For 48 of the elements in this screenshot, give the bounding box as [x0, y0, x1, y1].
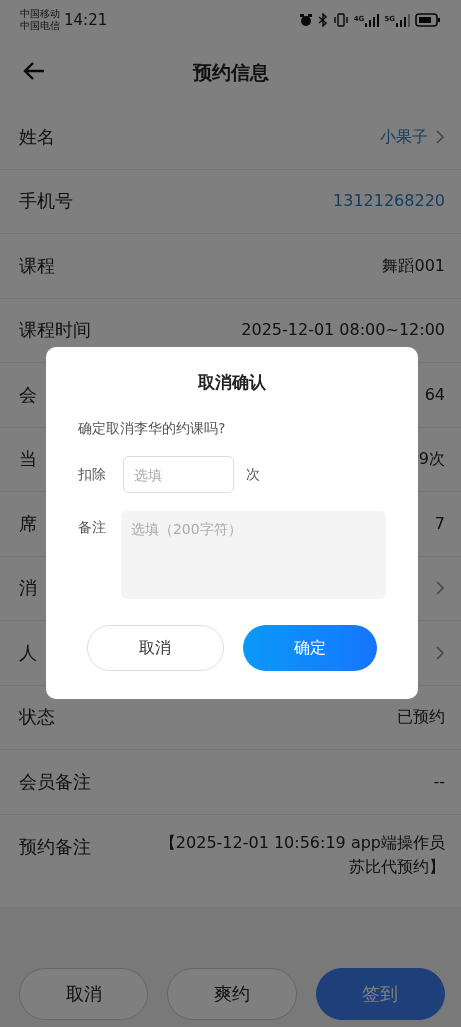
field-value: 2025-12-01 08:00~12:00 [241, 319, 445, 342]
field-label: 状态 [19, 705, 55, 730]
field-value: 7 [434, 512, 445, 535]
field-value: 【2025-12-01 10:56:19 app端操作员苏比代预约】 [158, 831, 445, 878]
carrier-name: 中国电信 [20, 20, 60, 32]
vibrate-icon [332, 13, 349, 27]
chevron-icon [436, 645, 445, 660]
field-label: 会 [19, 382, 37, 407]
dialog-message: 确定取消李华的约课吗? [78, 420, 227, 438]
field-label: 当 [19, 447, 37, 472]
dialog-button[interactable]: 确定 [242, 625, 377, 671]
page-title: 预约信息 [192, 59, 269, 85]
battery-icon [415, 13, 441, 27]
field-label: 预约备注 [19, 834, 91, 859]
field-label: 人 [19, 640, 37, 665]
chevron-icon [436, 581, 445, 596]
unit-label: 次 [246, 465, 260, 484]
field-value: -- [433, 770, 445, 793]
field-value: 已预约 [397, 706, 445, 729]
field-label: 手机号 [19, 189, 73, 214]
alarm-icon [298, 13, 313, 27]
chevron-icon [436, 129, 445, 144]
field-value: 舞蹈001 [382, 254, 445, 277]
field-value: 9次 [418, 448, 445, 471]
field-value[interactable]: 小果子 [380, 124, 428, 149]
signal-icon [396, 13, 410, 27]
deduct-field[interactable]: 选填 [123, 456, 234, 493]
bluetooth-icon [317, 13, 328, 27]
field-value[interactable]: 13121268220 [333, 189, 445, 214]
field-label: 课程 [19, 253, 55, 278]
field-label: 席 [19, 511, 37, 536]
dialog-button[interactable]: 取消 [87, 625, 224, 671]
dialog-title: 取消确认 [197, 371, 267, 394]
signal-icon [365, 13, 380, 27]
field-label: 姓名 [19, 124, 55, 149]
action-button[interactable]: 取消 [19, 968, 149, 1020]
field-label: 备注 [78, 519, 107, 537]
field-label: 课程时间 [19, 318, 91, 343]
action-button[interactable]: 爽约 [167, 968, 297, 1020]
carrier-name: 中国移动 [20, 8, 60, 20]
clock-time: 14:21 [64, 11, 108, 29]
back-button[interactable] [22, 61, 46, 81]
field-label: 消 [19, 576, 37, 601]
action-button[interactable]: 签到 [315, 968, 445, 1020]
field-label: 扣除 [78, 465, 107, 484]
field-value: 64 [424, 383, 445, 406]
note-field[interactable]: 选填（200字符） [120, 511, 386, 599]
field-label: 会员备注 [19, 769, 91, 794]
